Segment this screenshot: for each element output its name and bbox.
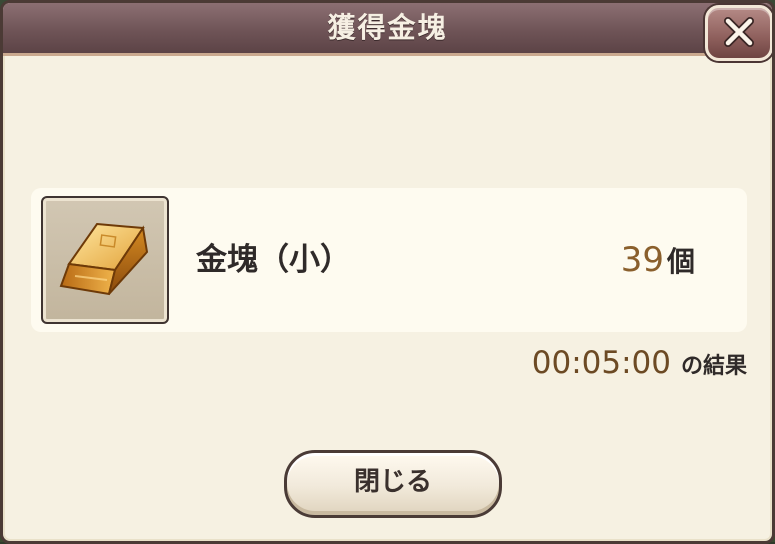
close-icon <box>724 17 754 47</box>
result-suffix: の結果 <box>680 354 747 379</box>
item-quantity-value: 39 <box>620 240 664 280</box>
gold-bar-icon <box>59 222 149 296</box>
item-quantity: 39 個 <box>591 234 695 286</box>
close-button-label: 閉じる <box>353 467 432 497</box>
result-summary: 00:05:00 の結果 <box>423 341 747 385</box>
close-button-x[interactable] <box>705 5 772 61</box>
item-icon-frame <box>41 196 169 324</box>
item-row: 金塊（小） 39 個 <box>31 188 747 332</box>
dialog-title-bar: 獲得金塊 <box>3 3 772 56</box>
elapsed-time: 00:05:00 <box>531 345 671 381</box>
reward-dialog: 獲得金塊 金塊（小） 39 個 00:05:00 の結果 閉じる <box>0 0 775 544</box>
item-name: 金塊（小） <box>196 242 351 278</box>
dialog-title: 獲得金塊 <box>327 11 448 44</box>
close-button[interactable]: 閉じる <box>284 450 502 518</box>
item-quantity-unit: 個 <box>666 245 695 278</box>
